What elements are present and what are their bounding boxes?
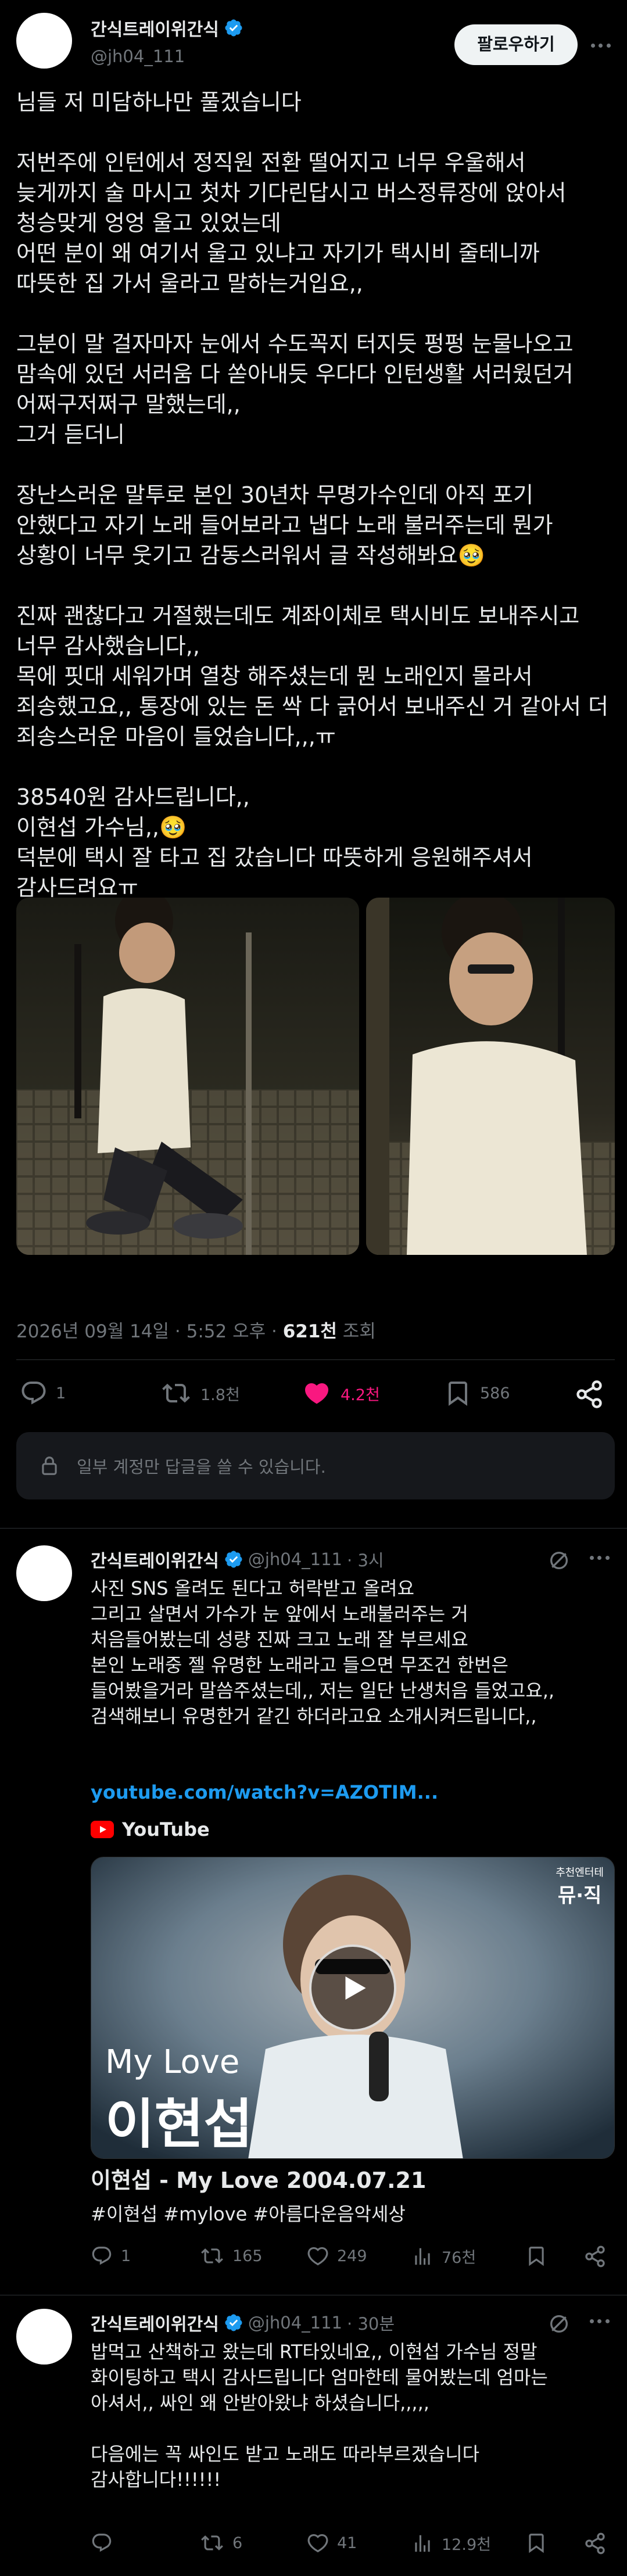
repost-icon: [201, 2248, 223, 2263]
video-play-button[interactable]: [309, 1944, 396, 2032]
post-photo-2[interactable]: [366, 898, 615, 1255]
reply-icon: [92, 2534, 112, 2552]
post-repost-button[interactable]: 1.8천: [160, 1379, 240, 1407]
reply-1-reply-button[interactable]: 1: [91, 2245, 131, 2267]
post-view-label: 조회: [336, 1321, 376, 1342]
reply-1-handle[interactable]: @jh04_111: [248, 1549, 342, 1569]
reply-1-avatar[interactable]: [16, 1545, 72, 1601]
reply-1-card-title[interactable]: 이현섭 - My Love 2004.07.21: [91, 2162, 426, 2194]
author-handle[interactable]: @jh04_111: [91, 46, 185, 66]
verified-badge-icon: [225, 1551, 242, 1568]
analytics-icon: [415, 2535, 430, 2552]
reply-1-time[interactable]: · 3시: [347, 1547, 384, 1572]
post-like-count: 4.2천: [341, 1386, 380, 1404]
share-button[interactable]: [574, 1379, 604, 1412]
reply-2-display-name[interactable]: 간식트레이위간식: [91, 2310, 219, 2335]
reply-icon: [22, 1382, 46, 1405]
post-bookmark-button[interactable]: 586: [444, 1379, 510, 1407]
reply-2-more-icon[interactable]: [588, 2319, 611, 2323]
video-overlay-title-big: 이현섭: [105, 2093, 253, 2155]
video-badge-top: 추천엔터테: [556, 1867, 604, 1879]
youtube-source-label: YouTube: [122, 1818, 210, 1840]
reply-2-handle[interactable]: @jh04_111: [248, 2313, 342, 2333]
verified-badge-icon: [225, 19, 242, 37]
analytics-icon: [415, 2248, 430, 2265]
reply-1-youtube-source[interactable]: YouTube: [91, 1818, 210, 1840]
reply-1-bookmark-button[interactable]: [525, 2245, 547, 2269]
reply-1-repost-button[interactable]: 165: [200, 2245, 263, 2267]
reply-2-share-button[interactable]: [583, 2532, 607, 2557]
share-icon: [585, 2532, 605, 2555]
reply-2-time[interactable]: · 30분: [347, 2310, 395, 2335]
reply-1-view-count: 76천: [442, 2249, 476, 2267]
reply-1-video-card[interactable]: My Love 이현섭 추천엔터테 뮤·직: [91, 1857, 615, 2159]
post-text: 님들 저 미담하나만 풀겠습니다 저번주에 인턴에서 정직원 전환 떨어지고 너…: [16, 89, 608, 900]
author-display-name[interactable]: 간식트레이위간식: [91, 15, 219, 41]
thread-divider: [0, 1528, 627, 1529]
photo-1-image: [16, 898, 359, 1255]
repost-icon: [201, 2535, 223, 2550]
reply-1-display-name[interactable]: 간식트레이위간식: [91, 1547, 219, 1572]
lock-icon: [42, 1456, 57, 1475]
author-name-row[interactable]: 간식트레이위간식: [91, 15, 243, 41]
reply-icon: [92, 2247, 112, 2265]
post-reply-button[interactable]: 1: [20, 1379, 66, 1407]
reply-2-grok-icon[interactable]: [547, 2312, 571, 2338]
reply-1-text: 사진 SNS 올려도 된다고 허락받고 올려요 그리고 살면서 가수가 눈 앞에…: [91, 1577, 555, 1727]
reply-2-text: 밥먹고 산책하고 왔는데 RT타있네요,, 이현섭 가수님 정말 화이팅하고 택…: [91, 2341, 548, 2491]
reply-1-youtube-link[interactable]: youtube.com/watch?v=AZOTIM...: [91, 1781, 438, 1803]
author-avatar[interactable]: [16, 13, 72, 69]
bookmark-icon: [529, 2247, 544, 2266]
reply-restriction-text: 일부 계정만 답글을 쓸 수 있습니다.: [77, 1457, 326, 1477]
more-options-icon[interactable]: [589, 34, 612, 57]
post-like-button[interactable]: 4.2천: [301, 1379, 380, 1407]
post-photo-1[interactable]: [16, 898, 359, 1255]
reply-1-like-count: 249: [337, 2247, 367, 2265]
reply-2-repost-button[interactable]: 6: [200, 2532, 242, 2554]
reply-1-like-button[interactable]: 249: [307, 2245, 367, 2267]
reply-2-views-button[interactable]: 12.9천: [411, 2532, 491, 2555]
post-date[interactable]: 2026년 09월 14일 · 5:52 오후 ·: [16, 1321, 283, 1342]
reply-2-bookmark-button[interactable]: [525, 2532, 547, 2556]
reply-1-repost-count: 165: [232, 2247, 263, 2265]
repost-icon: [162, 1383, 190, 1403]
reply-2-header: 간식트레이위간식 @jh04_111 · 30분: [91, 2310, 395, 2335]
reply-2-view-count: 12.9천: [442, 2536, 491, 2554]
reply-2-like-button[interactable]: 41: [307, 2532, 357, 2554]
heart-icon: [307, 2534, 328, 2553]
share-icon: [585, 2245, 605, 2268]
post-repost-count: 1.8천: [200, 1386, 240, 1404]
follow-button[interactable]: 팔로우하기: [454, 24, 578, 65]
reply-1-grok-icon[interactable]: [547, 1549, 571, 1574]
heart-icon: [307, 2247, 328, 2266]
post-timestamp-row: 2026년 09월 14일 · 5:52 오후 · 621천 조회: [16, 1316, 376, 1343]
verified-badge-icon: [225, 2314, 242, 2331]
photo-2-image: [366, 898, 615, 1255]
play-icon: [345, 1976, 366, 2000]
reply-1-share-button[interactable]: [583, 2245, 607, 2270]
reply-1-more-icon[interactable]: [588, 1556, 611, 1560]
reply-1-reply-count: 1: [121, 2247, 131, 2265]
reply-1-header: 간식트레이위간식 @jh04_111 · 3시: [91, 1547, 384, 1572]
video-badge-bottom: 뮤·직: [557, 1884, 602, 1907]
reply-restriction-notice: 일부 계정만 답글을 쓸 수 있습니다.: [16, 1432, 615, 1499]
heart-filled-icon: [304, 1383, 329, 1404]
post-reply-count: 1: [56, 1384, 66, 1402]
reply-2-avatar[interactable]: [16, 2309, 72, 2365]
reply-2-repost-count: 6: [232, 2534, 243, 2552]
post-view-count: 621천: [282, 1321, 337, 1342]
reply-1-views-button[interactable]: 76천: [411, 2245, 476, 2268]
reply-2-like-count: 41: [337, 2534, 357, 2552]
video-overlay-title-small: My Love: [105, 2043, 240, 2081]
reply-1-hashtags[interactable]: #이현섭 #mylove #아름다운음악세상: [91, 2200, 406, 2226]
share-icon: [576, 1380, 602, 1408]
video-channel-badge: 추천엔터테 뮤·직: [556, 1864, 604, 1908]
reply-2-reply-button[interactable]: [91, 2532, 121, 2554]
post-bookmark-count: 586: [480, 1384, 510, 1402]
bookmark-icon: [529, 2534, 544, 2553]
meta-divider: [16, 1359, 615, 1360]
youtube-icon: [91, 1821, 114, 1838]
bookmark-icon: [449, 1382, 467, 1406]
